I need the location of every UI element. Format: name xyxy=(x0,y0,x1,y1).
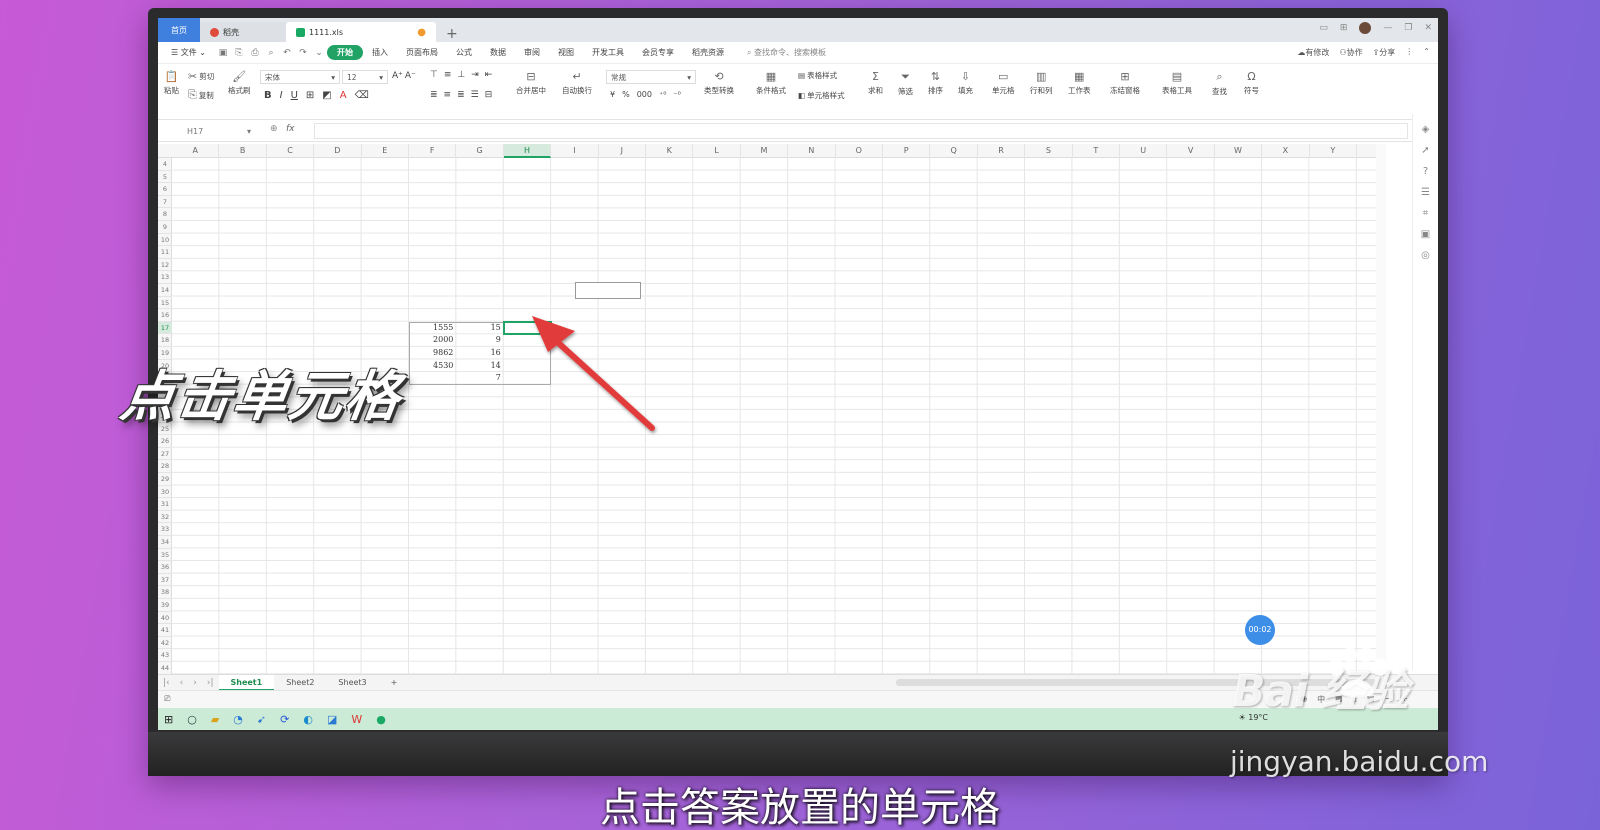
baidu-watermark: Bai 经验 jingyan.baidu.com xyxy=(1230,647,1488,778)
subtitle-caption: 点击答案放置的单元格 xyxy=(600,785,1000,830)
baidu-paw-icon xyxy=(1329,647,1387,698)
overlay-title: 点击单元格 xyxy=(116,365,406,428)
baidu-url: jingyan.baidu.com xyxy=(1230,745,1489,778)
red-arrow-icon xyxy=(532,316,655,431)
